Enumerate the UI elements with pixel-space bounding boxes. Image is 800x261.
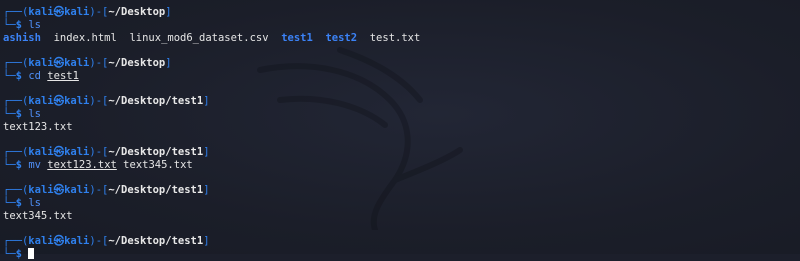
command-name: mv [28, 159, 41, 171]
prompt-open-corner: ┌──( [3, 184, 29, 196]
prompt-path: ~/Desktop/test1 [108, 95, 204, 107]
prompt-host: kali [64, 146, 90, 158]
prompt-open-corner: ┌──( [3, 95, 29, 107]
file-entry: linux_mod6_dataset.csv [129, 32, 269, 44]
prompt-host: kali [64, 184, 90, 196]
prompt-close: ] [203, 95, 210, 107]
prompt-open-corner: ┌──( [3, 57, 29, 69]
directory-entry: test2 [325, 32, 358, 44]
prompt-user: kali [28, 184, 54, 196]
command-line[interactable]: └─$ [3, 248, 800, 261]
prompt-close-corner: └─ [3, 159, 16, 171]
prompt-host: kali [64, 57, 90, 69]
command-line[interactable]: └─$ cd test1 [3, 70, 800, 83]
prompt-path: ~/Desktop [108, 6, 166, 18]
prompt-block: ┌──(kali㉿kali)-[~/Desktop/test1] └─$ ls te… [3, 184, 800, 223]
prompt-header-line: ┌──(kali㉿kali)-[~/Desktop/test1] [3, 95, 800, 108]
prompt-close-corner: └─ [3, 19, 16, 31]
prompt-close: ] [203, 146, 210, 158]
prompt-mid: )-[ [89, 146, 109, 158]
prompt-block: ┌──(kali㉿kali)-[~/Desktop] └─$ cd test1 [3, 57, 800, 83]
prompt-mid: )-[ [89, 235, 109, 247]
prompt-dollar: $ [15, 108, 22, 120]
prompt-open-corner: ┌──( [3, 146, 29, 158]
prompt-block: ┌──(kali㉿kali)-[~/Desktop/test1] └─$ mv t… [3, 146, 800, 172]
prompt-at-icon: ㉿ [53, 95, 65, 107]
command-output-line: text123.txt [3, 121, 800, 134]
command-line[interactable]: └─$ ls [3, 197, 800, 210]
command-arg: test1 [47, 70, 79, 82]
prompt-mid: )-[ [89, 6, 109, 18]
prompt-dollar: $ [15, 197, 22, 209]
command-name: cd [28, 70, 41, 82]
prompt-path: ~/Desktop/test1 [108, 146, 204, 158]
prompt-path: ~/Desktop/test1 [108, 184, 204, 196]
command-name: ls [28, 197, 41, 209]
prompt-host: kali [64, 95, 90, 107]
command-name: ls [28, 108, 41, 120]
prompt-user: kali [28, 146, 54, 158]
command-arg: text123.txt [47, 159, 117, 171]
prompt-close: ] [165, 57, 172, 69]
prompt-mid: )-[ [89, 184, 109, 196]
prompt-header-line: ┌──(kali㉿kali)-[~/Desktop/test1] [3, 235, 800, 248]
command-line[interactable]: └─$ mv text123.txt text345.txt [3, 159, 800, 172]
prompt-mid: )-[ [89, 57, 109, 69]
file-entry: index.html [53, 32, 117, 44]
prompt-block: ┌──(kali㉿kali)-[~/Desktop/test1] └─$ [3, 235, 800, 261]
prompt-header-line: ┌──(kali㉿kali)-[~/Desktop] [3, 6, 800, 19]
file-entry: text123.txt [3, 121, 73, 133]
prompt-user: kali [28, 235, 54, 247]
command-output-line: text345.txt [3, 210, 800, 223]
prompt-open-corner: ┌──( [3, 235, 29, 247]
directory-entry: test1 [281, 32, 313, 44]
prompt-dollar: $ [15, 19, 22, 31]
command-arg: text345.txt [123, 159, 193, 171]
prompt-at-icon: ㉿ [53, 6, 65, 18]
prompt-close-corner: └─ [3, 108, 16, 120]
prompt-header-line: ┌──(kali㉿kali)-[~/Desktop] [3, 57, 800, 70]
prompt-open-corner: ┌──( [3, 6, 29, 18]
prompt-close-corner: └─ [3, 197, 16, 209]
file-entry: test.txt [369, 32, 421, 44]
prompt-at-icon: ㉿ [53, 235, 65, 247]
prompt-dollar: $ [15, 70, 22, 82]
prompt-close-corner: └─ [3, 248, 16, 260]
prompt-path: ~/Desktop/test1 [108, 235, 204, 247]
command-line[interactable]: └─$ ls [3, 19, 800, 32]
prompt-at-icon: ㉿ [53, 57, 65, 69]
prompt-host: kali [64, 6, 90, 18]
prompt-close: ] [165, 6, 172, 18]
prompt-at-icon: ㉿ [53, 184, 65, 196]
prompt-close-corner: └─ [3, 70, 16, 82]
prompt-block: ┌──(kali㉿kali)-[~/Desktop] └─$ ls ashish i… [3, 6, 800, 45]
prompt-header-line: ┌──(kali㉿kali)-[~/Desktop/test1] [3, 184, 800, 197]
prompt-dollar: $ [15, 159, 22, 171]
prompt-mid: )-[ [89, 95, 109, 107]
prompt-dollar: $ [15, 248, 22, 260]
prompt-close: ] [203, 184, 210, 196]
command-name: ls [28, 19, 41, 31]
prompt-user: kali [28, 95, 54, 107]
prompt-user: kali [28, 57, 54, 69]
command-line[interactable]: └─$ ls [3, 108, 800, 121]
prompt-at-icon: ㉿ [53, 146, 65, 158]
prompt-host: kali [64, 235, 90, 247]
directory-entry: ashish [3, 32, 41, 44]
prompt-block: ┌──(kali㉿kali)-[~/Desktop/test1] └─$ ls te… [3, 95, 800, 134]
command-output-line: ashish index.html linux_mod6_dataset.csv… [3, 32, 800, 45]
file-entry: text345.txt [3, 210, 73, 222]
terminal-output[interactable]: ┌──(kali㉿kali)-[~/Desktop] └─$ ls ashish i… [3, 6, 800, 261]
prompt-close: ] [203, 235, 210, 247]
prompt-user: kali [28, 6, 54, 18]
prompt-header-line: ┌──(kali㉿kali)-[~/Desktop/test1] [3, 146, 800, 159]
prompt-path: ~/Desktop [108, 57, 166, 69]
